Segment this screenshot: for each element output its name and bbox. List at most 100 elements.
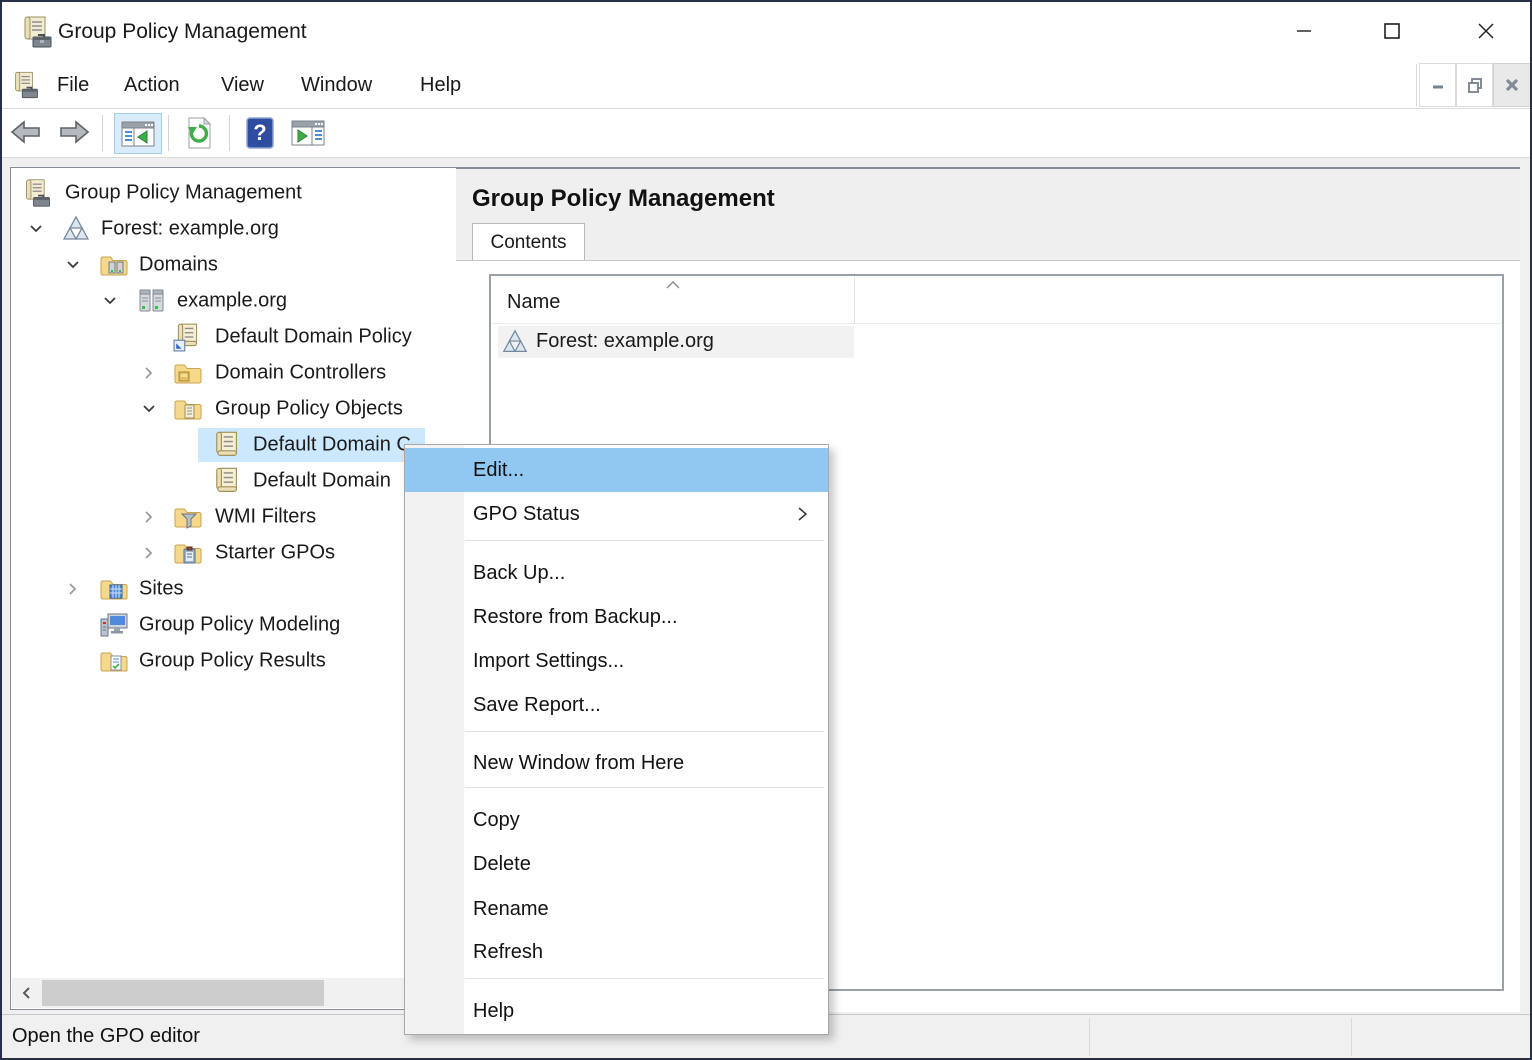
tree-item-example-org[interactable]: example.org bbox=[11, 283, 457, 319]
menu-window[interactable]: Window bbox=[295, 62, 378, 108]
context-menu-restore-from-backup[interactable]: Restore from Backup... bbox=[405, 595, 828, 639]
help-icon: ? bbox=[246, 117, 274, 149]
gpo-scroll-icon bbox=[211, 466, 241, 496]
tree-item-sites[interactable]: Sites bbox=[11, 571, 457, 607]
list-header[interactable]: Name bbox=[491, 276, 1502, 324]
child-restore-button[interactable] bbox=[1456, 63, 1493, 107]
context-menu-rename[interactable]: Rename bbox=[405, 887, 828, 931]
context-menu-copy[interactable]: Copy bbox=[405, 798, 828, 842]
context-menu-import-settings[interactable]: Import Settings... bbox=[405, 639, 828, 683]
list-row-forest[interactable]: Forest: example.org bbox=[498, 326, 854, 358]
tree-item-starter-gpos[interactable]: Starter GPOs bbox=[11, 535, 457, 571]
child-minimize-button[interactable] bbox=[1419, 63, 1456, 107]
ou-folder-icon bbox=[173, 358, 203, 388]
menu-help[interactable]: Help bbox=[414, 62, 467, 108]
menu-action[interactable]: Action bbox=[118, 62, 186, 108]
minimize-button[interactable] bbox=[1281, 10, 1327, 52]
maximize-button[interactable] bbox=[1369, 10, 1415, 52]
column-header-name[interactable]: Name bbox=[507, 291, 560, 314]
show-console-tree-button[interactable] bbox=[114, 113, 162, 154]
forest-icon bbox=[501, 328, 529, 356]
chevron-expanded-icon[interactable] bbox=[103, 294, 117, 308]
column-divider[interactable] bbox=[854, 276, 855, 324]
tree-item-label: Default Domain Policy bbox=[215, 326, 412, 349]
tree-item-domains[interactable]: Domains bbox=[11, 247, 457, 283]
context-menu-edit[interactable]: Edit... bbox=[405, 448, 828, 492]
forward-icon bbox=[57, 119, 91, 145]
close-icon bbox=[1477, 22, 1495, 40]
scroll-left-icon bbox=[21, 986, 33, 1000]
domains-folder-icon bbox=[99, 250, 129, 280]
tree-item-wmi-filters[interactable]: WMI Filters bbox=[11, 499, 457, 535]
tree-item-default-domain-controllers-policy[interactable]: Default Domain C bbox=[11, 427, 457, 463]
chevron-collapsed-icon[interactable] bbox=[66, 582, 80, 596]
action-pane-icon bbox=[291, 119, 325, 147]
context-menu-help[interactable]: Help bbox=[405, 989, 828, 1033]
child-close-button[interactable] bbox=[1493, 63, 1531, 107]
chevron-collapsed-icon[interactable] bbox=[142, 546, 156, 560]
tree-item-default-domain-policy-gpo[interactable]: Default Domain bbox=[11, 463, 457, 499]
status-divider bbox=[1351, 1018, 1352, 1056]
context-menu-gpo-status[interactable]: GPO Status bbox=[405, 492, 828, 536]
tree-item-label: WMI Filters bbox=[215, 506, 316, 529]
menu-view[interactable]: View bbox=[215, 62, 270, 108]
tree-item-forest[interactable]: Forest: example.org bbox=[11, 211, 457, 247]
scrollbar-thumb[interactable] bbox=[42, 980, 324, 1006]
refresh-icon bbox=[184, 117, 214, 149]
context-menu-save-report[interactable]: Save Report... bbox=[405, 683, 828, 727]
maximize-icon bbox=[1383, 22, 1401, 40]
close-button[interactable] bbox=[1463, 10, 1509, 52]
toolbar-separator bbox=[102, 115, 103, 151]
tree-horizontal-scrollbar[interactable] bbox=[12, 978, 456, 1008]
tree-item-label: Default Domain C bbox=[253, 434, 411, 457]
status-text: Open the GPO editor bbox=[12, 1015, 200, 1058]
chevron-expanded-icon[interactable] bbox=[29, 222, 43, 236]
scroll-left-button[interactable] bbox=[12, 978, 42, 1008]
console-tree-icon bbox=[121, 120, 155, 148]
context-menu-delete[interactable]: Delete bbox=[405, 842, 828, 886]
tree-item-domain-controllers[interactable]: Domain Controllers bbox=[11, 355, 457, 391]
chevron-collapsed-icon[interactable] bbox=[142, 366, 156, 380]
context-menu-back-up[interactable]: Back Up... bbox=[405, 551, 828, 595]
tree-item-group-policy-management[interactable]: Group Policy Management bbox=[11, 175, 457, 211]
tree-item-group-policy-results[interactable]: Group Policy Results bbox=[11, 643, 457, 679]
modeling-icon bbox=[99, 610, 129, 640]
tree-item-label: example.org bbox=[177, 290, 287, 313]
tree-item-default-domain-policy[interactable]: Default Domain Policy bbox=[11, 319, 457, 355]
pane-heading: Group Policy Management bbox=[472, 185, 775, 213]
tree-item-label: Group Policy Modeling bbox=[139, 614, 340, 637]
forward-button[interactable] bbox=[56, 117, 92, 147]
console-tree-panel: Group Policy Management Forest: example.… bbox=[10, 167, 458, 1010]
context-menu-new-window-from-here[interactable]: New Window from Here bbox=[405, 741, 828, 785]
tree-item-label: Forest: example.org bbox=[101, 218, 279, 241]
tree-item-label: Group Policy Results bbox=[139, 650, 326, 673]
gpo-context-menu: Edit... GPO Status Back Up... Restore fr… bbox=[404, 444, 829, 1035]
tree-item-label: Sites bbox=[139, 578, 183, 601]
back-button[interactable] bbox=[8, 117, 44, 147]
title-bar: Group Policy Management bbox=[2, 2, 1530, 62]
tree-item-group-policy-modeling[interactable]: Group Policy Modeling bbox=[11, 607, 457, 643]
chevron-expanded-icon[interactable] bbox=[142, 402, 156, 416]
tree-item-group-policy-objects[interactable]: Group Policy Objects bbox=[11, 391, 457, 427]
context-menu-refresh[interactable]: Refresh bbox=[405, 930, 828, 974]
chevron-expanded-icon[interactable] bbox=[66, 258, 80, 272]
toolbar: ? bbox=[2, 109, 1530, 158]
context-menu-separator bbox=[465, 787, 824, 788]
context-menu-separator bbox=[465, 731, 824, 732]
sort-ascending-icon bbox=[665, 281, 681, 289]
menu-file[interactable]: File bbox=[51, 62, 95, 108]
status-divider bbox=[1089, 1018, 1090, 1056]
refresh-button[interactable] bbox=[182, 115, 216, 151]
forest-icon bbox=[61, 214, 91, 244]
sites-folder-icon bbox=[99, 574, 129, 604]
starter-gpo-folder-icon bbox=[173, 538, 203, 568]
list-row-label: Forest: example.org bbox=[536, 330, 714, 353]
gpo-folder-icon bbox=[173, 394, 203, 424]
tab-contents[interactable]: Contents bbox=[472, 223, 585, 261]
tree-item-label: Domains bbox=[139, 254, 218, 277]
tree-item-label: Group Policy Management bbox=[65, 182, 302, 205]
help-button[interactable]: ? bbox=[245, 116, 275, 150]
show-action-pane-button[interactable] bbox=[288, 117, 328, 149]
back-icon bbox=[9, 119, 43, 145]
chevron-collapsed-icon[interactable] bbox=[142, 510, 156, 524]
